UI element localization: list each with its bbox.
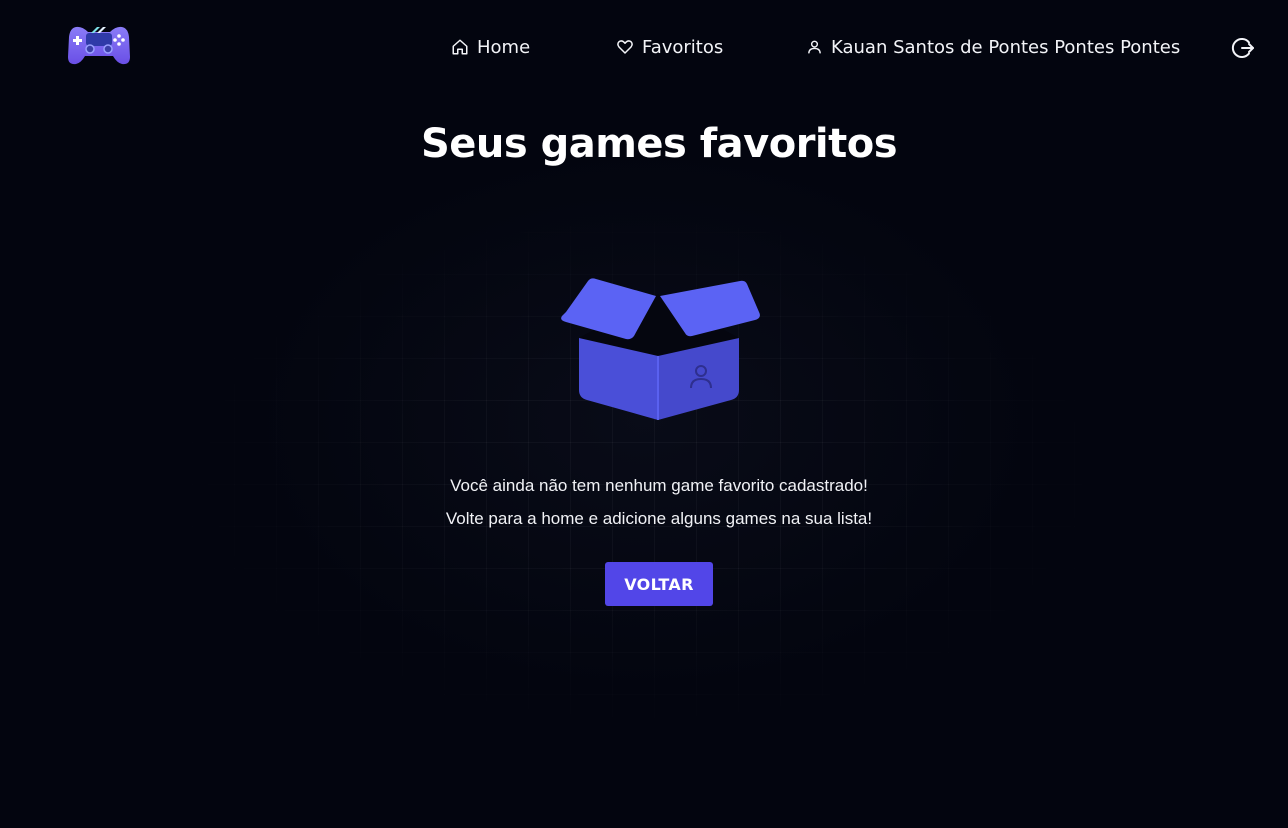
- nav-favorites-link[interactable]: Favoritos: [616, 34, 723, 60]
- background-grid: [150, 190, 1140, 750]
- favorites-page: Home Favoritos Kauan Santos de Pontes Po…: [0, 0, 1288, 828]
- user-icon: [808, 40, 821, 54]
- nav-favorites-label: Favoritos: [642, 36, 724, 58]
- nav-user-profile[interactable]: Kauan Santos de Pontes Pontes Pontes: [806, 34, 1180, 60]
- empty-message-line-2: Volte para a home e adicione alguns game…: [445, 509, 873, 528]
- gamepad-logo[interactable]: [66, 23, 132, 67]
- open-box-icon: [561, 278, 760, 420]
- user-name-label: Kauan Santos de Pontes Pontes Pontes: [831, 36, 1181, 58]
- home-icon: [452, 39, 468, 55]
- nav-home-label: Home: [477, 36, 531, 58]
- top-navbar: Home Favoritos Kauan Santos de Pontes Po…: [0, 0, 1288, 96]
- heart-icon: [617, 40, 633, 54]
- empty-message-line-1: Você ainda não tem nenhum game favorito …: [450, 476, 868, 495]
- logout-icon[interactable]: [1231, 36, 1255, 60]
- page-title: Seus games favoritos: [420, 121, 898, 167]
- nav-home-link[interactable]: Home: [451, 34, 530, 60]
- back-button[interactable]: VOLTAR: [605, 562, 713, 606]
